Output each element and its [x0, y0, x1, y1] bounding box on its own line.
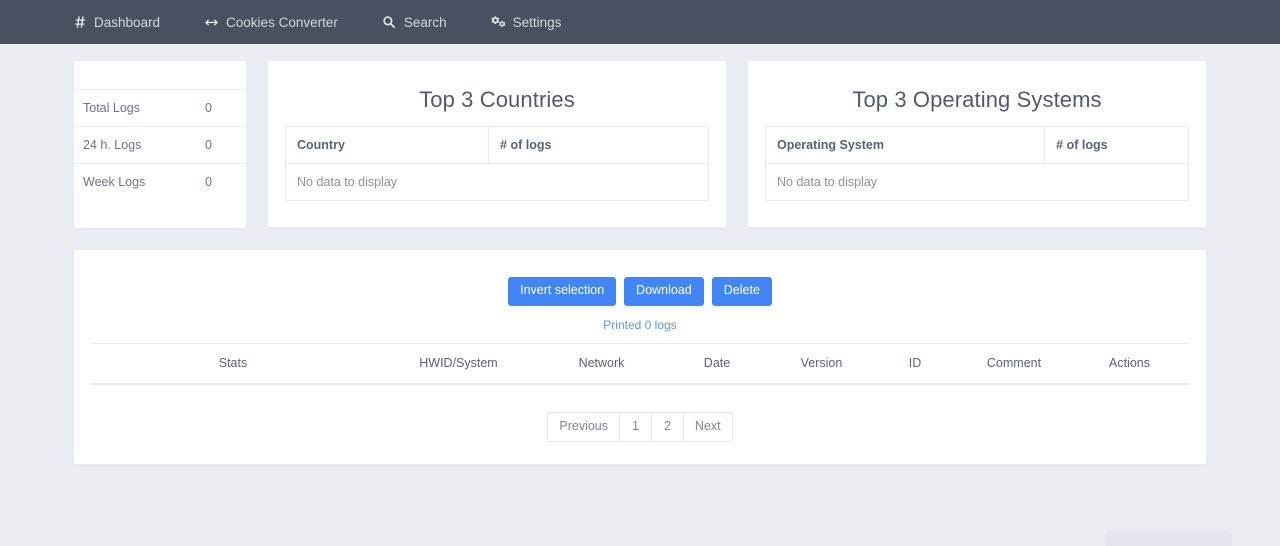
logs-col-comment: Comment: [959, 343, 1069, 384]
top-operating-systems-title: Top 3 Operating Systems: [765, 87, 1189, 113]
stat-label-24h-logs: 24 h. Logs: [83, 138, 141, 152]
logs-table: Stats HWID/System Network Date Version I…: [90, 343, 1190, 385]
pagination-wrapper: Previous 1 2 Next: [90, 412, 1190, 442]
top-operating-systems-card: Top 3 Operating Systems Operating System…: [747, 60, 1207, 228]
stats-card-footer: [74, 200, 246, 228]
main-navbar: Dashboard Cookies Converter Search Setti…: [0, 0, 1280, 44]
top-countries-table: Country # of logs No data to display: [285, 126, 709, 201]
top-countries-col-logs: # of logs: [489, 127, 709, 164]
stat-value-24h-logs: 0: [205, 138, 236, 152]
arrows-left-right-icon: [204, 15, 219, 30]
top-operating-systems-col-logs: # of logs: [1045, 127, 1189, 164]
invert-selection-button[interactable]: Invert selection: [508, 277, 616, 306]
stats-summary-card: Total Logs 0 24 h. Logs 0 Week Logs 0: [73, 60, 247, 229]
nav-item-cookies-converter-label: Cookies Converter: [226, 15, 338, 30]
top-countries-empty-row: No data to display: [286, 164, 709, 201]
logs-col-network: Network: [541, 343, 662, 384]
top-operating-systems-table: Operating System # of logs No data to di…: [765, 126, 1189, 201]
top-countries-header-row: Country # of logs: [286, 127, 709, 164]
top-operating-systems-header-row: Operating System # of logs: [766, 127, 1189, 164]
top-row: Total Logs 0 24 h. Logs 0 Week Logs 0 To…: [73, 60, 1207, 229]
search-icon: [382, 15, 397, 30]
cogs-icon: [491, 15, 506, 30]
nav-item-search-label: Search: [404, 15, 447, 30]
nav-item-search[interactable]: Search: [382, 15, 447, 30]
stat-value-week-logs: 0: [205, 175, 236, 189]
pagination-previous[interactable]: Previous: [547, 412, 619, 442]
stat-label-total-logs: Total Logs: [83, 101, 140, 115]
top-countries-col-country: Country: [286, 127, 489, 164]
top-operating-systems-empty-row: No data to display: [766, 164, 1189, 201]
nav-item-cookies-converter[interactable]: Cookies Converter: [204, 15, 338, 30]
chat-widget-handle[interactable]: [1106, 532, 1232, 546]
top-countries-title: Top 3 Countries: [285, 87, 709, 113]
stat-row-24h-logs: 24 h. Logs 0: [74, 126, 246, 163]
logs-col-id: ID: [871, 343, 959, 384]
logs-col-version: Version: [772, 343, 871, 384]
pagination-page-2[interactable]: 2: [651, 412, 683, 442]
logs-col-actions: Actions: [1069, 343, 1190, 384]
stat-row-week-logs: Week Logs 0: [74, 163, 246, 200]
page-container: Total Logs 0 24 h. Logs 0 Week Logs 0 To…: [73, 44, 1207, 465]
logs-col-hwid-system: HWID/System: [376, 343, 541, 384]
nav-item-dashboard[interactable]: Dashboard: [72, 15, 160, 30]
stat-label-week-logs: Week Logs: [83, 175, 145, 189]
download-button[interactable]: Download: [624, 277, 704, 306]
logs-col-stats: Stats: [90, 343, 376, 384]
logs-table-header-row: Stats HWID/System Network Date Version I…: [90, 343, 1190, 384]
nav-item-dashboard-label: Dashboard: [94, 15, 160, 30]
pagination-page-1[interactable]: 1: [619, 412, 651, 442]
pagination-next[interactable]: Next: [683, 412, 733, 442]
logs-action-toolbar: Invert selection Download Delete: [90, 277, 1190, 306]
logs-panel-card: Invert selection Download Delete Printed…: [73, 249, 1207, 465]
nav-item-settings-label: Settings: [513, 15, 562, 30]
stat-row-total-logs: Total Logs 0: [74, 89, 246, 126]
delete-button[interactable]: Delete: [712, 277, 772, 306]
top-countries-card: Top 3 Countries Country # of logs No dat…: [267, 60, 727, 228]
printed-logs-status: Printed 0 logs: [90, 318, 1190, 332]
top-operating-systems-col-os: Operating System: [766, 127, 1045, 164]
stats-card-header: [74, 61, 246, 89]
top-operating-systems-empty-message: No data to display: [766, 164, 1189, 201]
hashtag-icon: [72, 15, 87, 30]
stat-value-total-logs: 0: [205, 101, 236, 115]
logs-col-date: Date: [662, 343, 772, 384]
top-countries-empty-message: No data to display: [286, 164, 709, 201]
nav-item-settings[interactable]: Settings: [491, 15, 562, 30]
pagination: Previous 1 2 Next: [547, 412, 732, 442]
